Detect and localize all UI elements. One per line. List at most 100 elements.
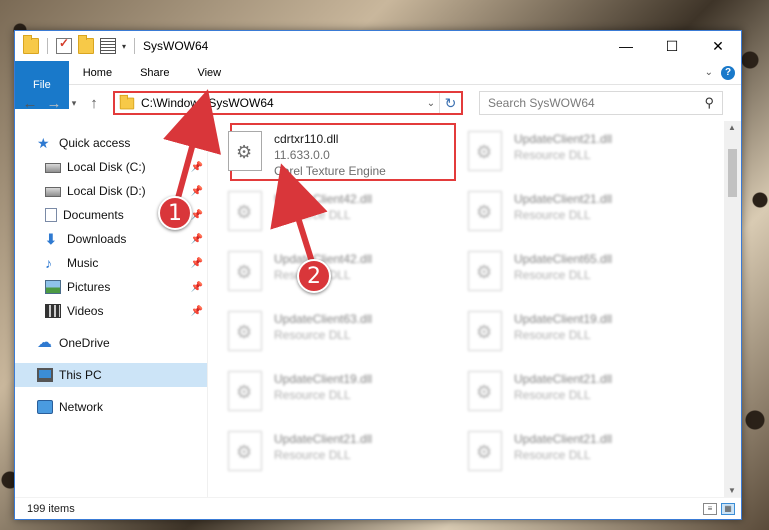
file-item[interactable]: UpdateClient42.dll Resource DLL bbox=[228, 189, 468, 237]
file-description: Resource DLL bbox=[514, 448, 591, 462]
sidebar-item-this-pc[interactable]: This PC bbox=[15, 363, 207, 387]
file-description: Resource DLL bbox=[274, 388, 351, 402]
downloads-icon: ⬇ bbox=[45, 231, 57, 247]
dll-file-icon bbox=[228, 251, 262, 291]
properties-check-icon[interactable] bbox=[56, 36, 72, 54]
dll-file-icon bbox=[228, 191, 262, 231]
file-name: UpdateClient42.dll bbox=[274, 192, 373, 206]
file-item[interactable]: UpdateClient42.dll Resource DLL bbox=[228, 249, 468, 297]
ribbon-tabs: File Home Share View ⌄ ? bbox=[15, 61, 741, 109]
callout-badge-2: 2 bbox=[297, 259, 331, 293]
sidebar-item-music[interactable]: ♪ Music 📌 bbox=[15, 251, 207, 275]
address-bar[interactable]: C:\Windows\SysWOW64 ⌄ ↻ bbox=[113, 91, 463, 115]
sidebar-item-label: Pictures bbox=[67, 280, 111, 294]
file-meta: UpdateClient21.dll Resource DLL bbox=[514, 131, 612, 163]
up-button[interactable]: ↑ bbox=[85, 95, 103, 112]
properties-icon[interactable] bbox=[100, 38, 116, 54]
file-item-cdrtxr110[interactable]: cdrtxr110.dll 11.633.0.0 Corel Texture E… bbox=[228, 123, 468, 181]
new-folder-icon[interactable] bbox=[78, 35, 94, 54]
refresh-button[interactable]: ↻ bbox=[439, 93, 461, 113]
videos-icon bbox=[45, 304, 61, 318]
ribbon-right-controls: ⌄ ? bbox=[705, 61, 741, 84]
file-description: Resource DLL bbox=[514, 328, 591, 342]
file-name: UpdateClient21.dll bbox=[274, 432, 373, 446]
divider bbox=[47, 38, 48, 54]
help-icon[interactable]: ? bbox=[721, 65, 735, 80]
search-icon[interactable]: ⚲ bbox=[704, 95, 714, 111]
documents-icon bbox=[45, 208, 57, 222]
sidebar-item-downloads[interactable]: ⬇ Downloads 📌 bbox=[15, 227, 207, 251]
file-description: Resource DLL bbox=[514, 148, 591, 162]
navigation-pane: ★ Quick access Local Disk (C:) 📌 Local D… bbox=[15, 121, 208, 497]
file-item[interactable]: UpdateClient21.dll Resource DLL bbox=[468, 429, 708, 477]
forward-button[interactable]: → bbox=[45, 95, 63, 112]
folder-icon[interactable] bbox=[23, 35, 39, 54]
minimize-button[interactable]: — bbox=[603, 31, 649, 61]
file-list: cdrtxr110.dll 11.633.0.0 Corel Texture E… bbox=[208, 121, 741, 497]
file-item[interactable]: UpdateClient21.dll Resource DLL bbox=[228, 429, 468, 477]
file-grid: cdrtxr110.dll 11.633.0.0 Corel Texture E… bbox=[228, 123, 741, 477]
back-button[interactable]: ← bbox=[21, 95, 39, 112]
pin-icon: 📌 bbox=[190, 161, 203, 173]
sidebar-item-local-disk-c[interactable]: Local Disk (C:) 📌 bbox=[15, 155, 207, 179]
file-name: UpdateClient21.dll bbox=[514, 192, 613, 206]
quick-access-toolbar: ▾ bbox=[15, 35, 137, 54]
details-view-icon[interactable]: ≡ bbox=[703, 502, 717, 515]
maximize-button[interactable]: ☐ bbox=[649, 31, 695, 61]
expand-ribbon-chevron-icon[interactable]: ⌄ bbox=[705, 67, 713, 78]
close-button[interactable]: ✕ bbox=[695, 31, 741, 61]
dll-file-icon bbox=[468, 191, 502, 231]
star-icon: ★ bbox=[37, 135, 50, 151]
tab-home[interactable]: Home bbox=[69, 61, 126, 84]
file-meta: UpdateClient21.dll Resource DLL bbox=[514, 191, 612, 223]
sidebar-item-network[interactable]: Network bbox=[15, 395, 207, 419]
vertical-scrollbar[interactable]: ▲ ▼ bbox=[724, 121, 741, 497]
scroll-up-icon[interactable]: ▲ bbox=[728, 123, 736, 132]
file-item[interactable]: UpdateClient21.dll Resource DLL bbox=[468, 369, 708, 417]
dll-file-icon bbox=[468, 131, 502, 171]
sidebar-item-pictures[interactable]: Pictures 📌 bbox=[15, 275, 207, 299]
address-dropdown-chevron-icon[interactable]: ⌄ bbox=[423, 98, 439, 109]
callout-badge-1: 1 bbox=[158, 196, 192, 230]
file-item[interactable]: UpdateClient19.dll Resource DLL bbox=[468, 309, 708, 357]
scrollbar-thumb[interactable] bbox=[728, 149, 737, 197]
file-item[interactable]: UpdateClient19.dll Resource DLL bbox=[228, 369, 468, 417]
file-description: Resource DLL bbox=[514, 388, 591, 402]
file-meta: UpdateClient21.dll Resource DLL bbox=[514, 371, 612, 403]
file-description: Resource DLL bbox=[514, 208, 591, 222]
sidebar-item-label: Quick access bbox=[59, 136, 131, 150]
file-name: UpdateClient21.dll bbox=[514, 432, 613, 446]
scroll-down-icon[interactable]: ▼ bbox=[728, 486, 736, 495]
file-description: Resource DLL bbox=[514, 268, 591, 282]
window-title: SysWOW64 bbox=[143, 39, 209, 53]
sidebar-item-videos[interactable]: Videos 📌 bbox=[15, 299, 207, 323]
file-description: Resource DLL bbox=[274, 448, 351, 462]
file-item[interactable]: UpdateClient21.dll Resource DLL bbox=[468, 189, 708, 237]
file-description: Resource DLL bbox=[274, 208, 351, 222]
tiles-view-icon[interactable]: ▦ bbox=[721, 502, 735, 515]
dll-file-icon bbox=[228, 131, 262, 171]
recent-locations-chevron-icon[interactable]: ▾ bbox=[69, 98, 79, 109]
file-item[interactable]: UpdateClient63.dll Resource DLL bbox=[228, 309, 468, 357]
file-name: UpdateClient21.dll bbox=[514, 372, 613, 386]
tab-view[interactable]: View bbox=[183, 61, 235, 84]
address-path[interactable]: C:\Windows\SysWOW64 bbox=[141, 96, 274, 110]
dll-file-icon bbox=[468, 431, 502, 471]
sidebar-item-label: Downloads bbox=[67, 232, 127, 246]
tab-share[interactable]: Share bbox=[126, 61, 183, 84]
file-item[interactable]: UpdateClient65.dll Resource DLL bbox=[468, 249, 708, 297]
drive-icon bbox=[45, 187, 61, 197]
sidebar-item-label: Music bbox=[67, 256, 99, 270]
file-item[interactable]: UpdateClient21.dll Resource DLL bbox=[468, 129, 708, 177]
item-count: 199 items bbox=[27, 502, 75, 515]
network-icon bbox=[37, 400, 53, 414]
sidebar-item-quick-access[interactable]: ★ Quick access bbox=[15, 131, 207, 155]
file-meta: UpdateClient21.dll Resource DLL bbox=[274, 431, 372, 463]
file-meta: UpdateClient63.dll Resource DLL bbox=[274, 311, 372, 343]
dll-file-icon bbox=[228, 371, 262, 411]
sidebar-item-label: Documents bbox=[63, 208, 124, 222]
search-input[interactable]: Search SysWOW64 ⚲ bbox=[479, 91, 723, 115]
customize-toolbar-chevron-icon[interactable]: ▾ bbox=[122, 42, 126, 51]
sidebar-item-onedrive[interactable]: ☁ OneDrive bbox=[15, 331, 207, 355]
